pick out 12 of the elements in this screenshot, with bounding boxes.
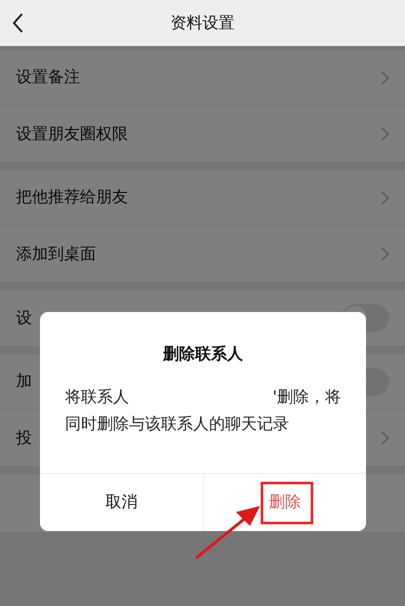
item-label: 设置朋友圈权限 <box>16 124 129 144</box>
item-label: 设置备注 <box>16 67 81 88</box>
dialog-message: 同时删除与该联系人的聊天记录 <box>65 413 290 435</box>
dialog-title: 删除联系人 <box>162 344 244 365</box>
item-label: 把他推荐给朋友 <box>16 187 129 208</box>
page-title: 资料设置 <box>170 12 234 34</box>
item-label: 加 <box>16 371 33 392</box>
dialog-message: 将联系人 <box>65 386 129 408</box>
dialog-message: '删除，将 <box>272 386 341 408</box>
item-label: 设 <box>16 308 33 328</box>
item-label: 添加到桌面 <box>16 244 97 264</box>
item-label: 投 <box>16 428 33 448</box>
